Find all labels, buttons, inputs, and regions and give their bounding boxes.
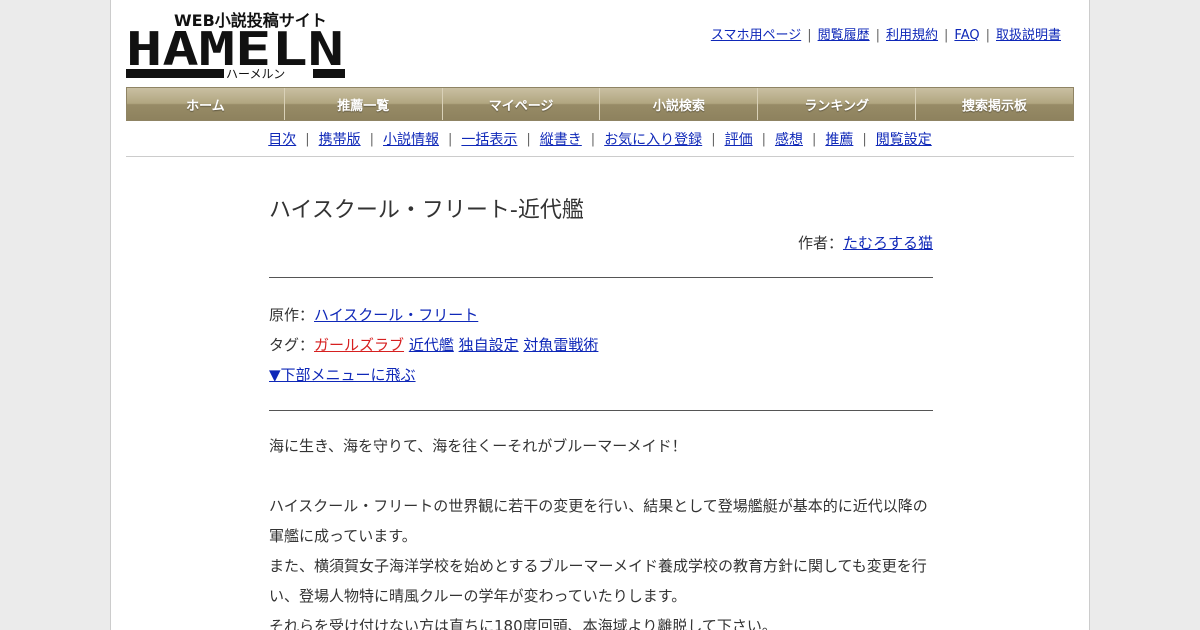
jump-menu-link[interactable]: ▼下部メニューに飛ぶ [269, 366, 416, 384]
hameln-logo[interactable]: WEB小説投稿サイト HAMELN ハーメルン [126, 10, 346, 80]
novel-subnav: 目次 | 携帯版 | 小説情報 | 一括表示 | 縦書き | お気に入り登録 | 評価 | 感… [126, 122, 1074, 157]
subnav-mobile[interactable]: 携帯版 [319, 129, 361, 149]
subnav-favorite[interactable]: お気に入り登録 [604, 129, 702, 149]
toplink-faq[interactable]: FAQ [954, 28, 979, 43]
subnav-recommend[interactable]: 推薦 [825, 129, 853, 149]
subnav-toc[interactable]: 目次 [268, 129, 296, 149]
gnav-search[interactable]: 小説検索 [600, 88, 759, 120]
toplink-smartphone[interactable]: スマホ用ページ [711, 28, 801, 43]
novel-title: ハイスクール・フリート-近代艦 [269, 198, 584, 223]
synopsis-line: また、横須賀女子海洋学校を始めとするブルーマーメイド養成学校の教育方針に関しても… [269, 557, 927, 575]
toplink-terms[interactable]: 利用規約 [886, 28, 938, 43]
subnav-vertical[interactable]: 縦書き [540, 129, 582, 149]
subnav-rate[interactable]: 評価 [725, 129, 753, 149]
logo-bar-right [313, 69, 345, 78]
synopsis-blank [269, 461, 933, 491]
subnav-info[interactable]: 小説情報 [383, 129, 439, 149]
subnav-settings[interactable]: 閲覧設定 [876, 129, 932, 149]
gnav-mypage[interactable]: マイページ [442, 88, 601, 120]
gnav-board[interactable]: 捜索掲示板 [916, 88, 1073, 120]
toplink-manual[interactable]: 取扱説明書 [996, 28, 1061, 43]
global-nav: ホーム 推薦一覧 マイページ 小説検索 ランキング 捜索掲示板 [126, 87, 1074, 121]
synopsis-line: ハイスクール・フリートの世界観に若干の変更を行い、結果として登場艦艇が基本的に近… [269, 497, 928, 515]
tag-link[interactable]: 対魚雷戦術 [523, 336, 598, 354]
novel-content: ハイスクール・フリート-近代艦 作者：たむろする猫 原作：ハイスクール・フリート… [269, 180, 933, 630]
original-link[interactable]: ハイスクール・フリート [314, 306, 478, 324]
synopsis-line: それらを受け付けない方は直ちに180度回頭、本海域より離脱して下さい。 [269, 617, 777, 630]
tags-row: タグ：ガールズラブ 近代艦 独自設定 対魚雷戦術 [269, 330, 933, 360]
header: WEB小説投稿サイト HAMELN ハーメルン スマホ用ページ | 閲覧履歴 | 利用規… [111, 0, 1089, 86]
top-links: スマホ用ページ | 閲覧履歴 | 利用規約 | FAQ | 取扱説明書 [710, 28, 1061, 43]
original-row: 原作：ハイスクール・フリート [269, 300, 933, 330]
logo-kana: ハーメルン [226, 67, 285, 80]
toplink-history[interactable]: 閲覧履歴 [818, 28, 870, 43]
subnav-review[interactable]: 感想 [775, 129, 803, 149]
author-line: 作者：たむろする猫 [269, 232, 933, 253]
tag-link[interactable]: 近代艦 [409, 336, 454, 354]
original-label: 原作： [269, 306, 315, 324]
synopsis-line: 海に生き、海を守りて、海を往くーそれがブルーマーメイド！ [269, 437, 687, 455]
tag-link[interactable]: ガールズラブ [314, 336, 404, 354]
tag-link[interactable]: 独自設定 [459, 336, 519, 354]
synopsis-line: 軍艦に成っています。 [269, 527, 417, 545]
page: WEB小説投稿サイト HAMELN ハーメルン スマホ用ページ | 閲覧履歴 | 利用規… [110, 0, 1090, 630]
novel-meta: 原作：ハイスクール・フリート タグ：ガールズラブ 近代艦 独自設定 対魚雷戦術 … [269, 300, 933, 390]
tags-label: タグ： [269, 336, 315, 354]
gnav-home[interactable]: ホーム [127, 88, 285, 120]
synopsis-line: い、登場人物特に晴風クルーの学年が変わっていたりします。 [269, 587, 687, 605]
logo-bar [126, 69, 224, 78]
subnav-all[interactable]: 一括表示 [461, 129, 517, 149]
gnav-ranking[interactable]: ランキング [758, 88, 917, 120]
jump-row: ▼下部メニューに飛ぶ [269, 360, 933, 390]
divider [269, 410, 933, 411]
gnav-recommend[interactable]: 推薦一覧 [284, 88, 443, 120]
author-link[interactable]: たむろする猫 [843, 234, 933, 252]
synopsis: 海に生き、海を守りて、海を往くーそれがブルーマーメイド！ ハイスクール・フリート… [269, 431, 933, 630]
author-label: 作者： [797, 234, 843, 252]
divider [269, 277, 933, 278]
